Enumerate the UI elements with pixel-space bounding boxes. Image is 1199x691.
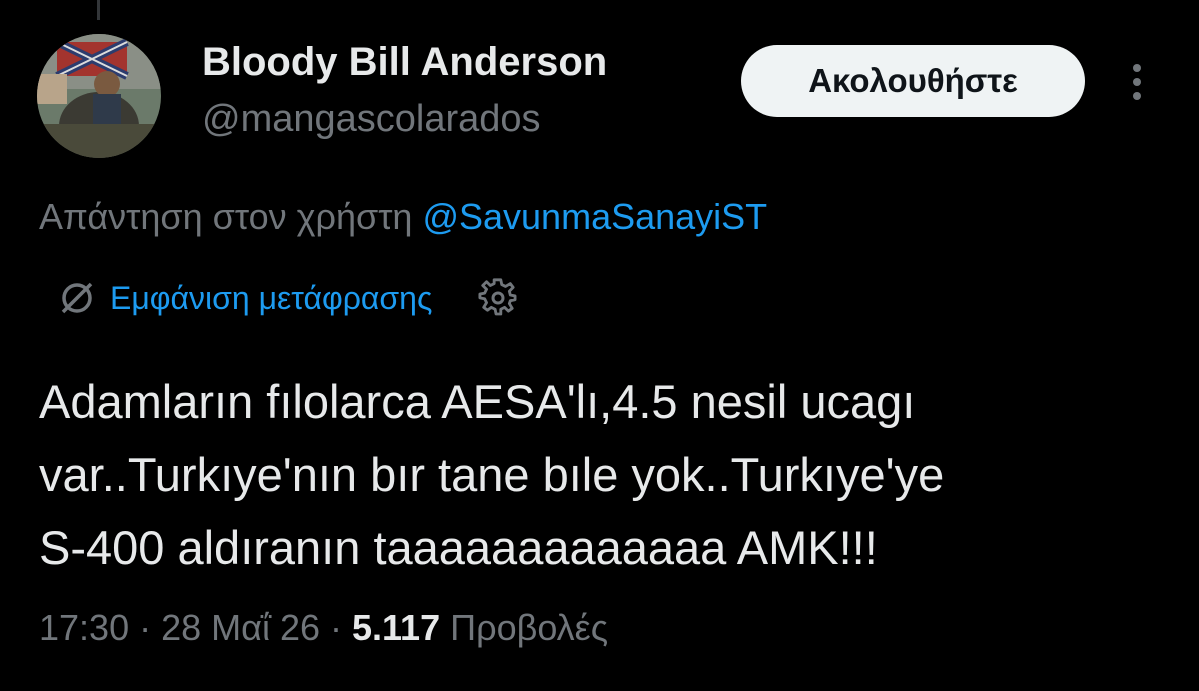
tweet-time[interactable]: 17:30 xyxy=(39,607,129,648)
gear-icon[interactable] xyxy=(478,278,518,318)
translate-globe-icon xyxy=(61,282,93,314)
translation-row: Εμφάνιση μετάφρασης xyxy=(58,275,518,321)
author-handle[interactable]: @mangascolarados xyxy=(202,98,541,141)
more-options-button[interactable] xyxy=(1125,62,1149,102)
tweet-metadata: 17:30 · 28 Μαΐ 26 · 5.117 Προβολές xyxy=(39,607,608,649)
author-display-name[interactable]: Bloody Bill Anderson xyxy=(202,40,607,85)
more-vertical-icon xyxy=(1133,64,1141,100)
reply-prefix: Απάντηση στον χρήστη xyxy=(39,196,423,237)
thread-connector-line xyxy=(97,0,100,20)
reply-context: Απάντηση στον χρήστη @SavunmaSanayiST xyxy=(39,196,767,238)
show-translation-link[interactable]: Εμφάνιση μετάφρασης xyxy=(110,280,432,317)
views-count: 5.117 xyxy=(351,607,441,648)
meta-separator: · xyxy=(129,607,162,648)
follow-button[interactable]: Ακολουθήστε xyxy=(741,45,1085,117)
tweet-date[interactable]: 28 Μαΐ 26 xyxy=(161,607,320,648)
tweet-text: Adamların fılolarca AESA'lı,4.5 nesil uc… xyxy=(39,365,1159,584)
tweet-text-line: S-400 aldıranın taaaaaaaaaaaaa AMK!!! xyxy=(39,521,878,574)
views-label: Προβολές xyxy=(450,607,609,648)
avatar-image xyxy=(37,34,161,158)
avatar[interactable] xyxy=(37,34,161,158)
tweet-text-line: var..Turkıye'nın bır tane bıle yok..Turk… xyxy=(39,448,945,501)
tweet-text-line: Adamların fılolarca AESA'lı,4.5 nesil uc… xyxy=(39,375,916,428)
meta-separator: · xyxy=(319,607,352,648)
reply-mention-link[interactable]: @SavunmaSanayiST xyxy=(422,196,767,237)
